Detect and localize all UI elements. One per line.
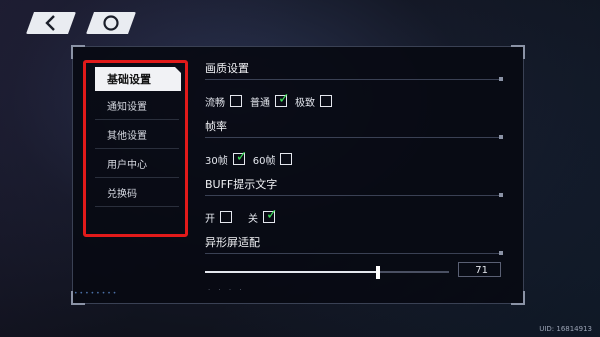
corner-decoration — [511, 45, 525, 59]
quality-option-normal[interactable]: 普通 ✓ — [250, 91, 290, 109]
section-divider — [205, 251, 503, 255]
home-button[interactable] — [86, 12, 136, 34]
notch-slider-thumb[interactable] — [376, 266, 380, 279]
circle-icon — [102, 14, 120, 32]
sidebar-item-basic-settings[interactable]: 基础设置 — [95, 67, 181, 91]
user-id-label: UID: 16814913 — [539, 325, 592, 333]
checkbox[interactable]: ✓ — [263, 207, 278, 223]
sidebar-item-label: 用户中心 — [107, 159, 147, 171]
section-divider — [205, 193, 503, 197]
corner-decoration — [511, 291, 525, 305]
section-divider — [205, 135, 503, 139]
checkbox[interactable]: ✓ — [232, 149, 248, 165]
option-label: 普通 — [250, 97, 270, 109]
section-title-buff-text: BUFF提示文字 — [205, 178, 278, 191]
sidebar-item-label: 其他设置 — [107, 130, 147, 142]
sidebar-item-redeem-code[interactable]: 兑换码 — [95, 178, 179, 207]
option-label: 关 — [248, 213, 258, 225]
option-label: 60帧 — [252, 155, 276, 167]
dot-decoration: •••••••• — [74, 290, 119, 297]
framerate-option-60[interactable]: 60帧 — [253, 152, 293, 167]
quality-options: 流畅 普通 ✓ 极致 — [205, 92, 503, 110]
option-label: 流畅 — [205, 97, 225, 109]
check-icon: ✓ — [235, 149, 248, 165]
buff-text-option-on[interactable]: 开 — [205, 210, 232, 225]
framerate-option-30[interactable]: 30帧 ✓ — [205, 149, 248, 167]
notch-slider-fill — [205, 271, 378, 273]
option-label: 开 — [205, 213, 215, 225]
section-title-notch: 异形屏适配 — [205, 236, 260, 249]
check-icon: ✓ — [266, 207, 278, 223]
sidebar-item-notification-settings[interactable]: 通知设置 — [95, 91, 179, 120]
chevron-left-icon — [44, 15, 58, 31]
framerate-options: 30帧 ✓ 60帧 — [205, 150, 503, 168]
back-button[interactable] — [26, 12, 76, 34]
settings-content: 画质设置 流畅 普通 ✓ 极致 帧率 30帧 ✓ 60帧 BUFF提示文字 开 — [205, 62, 503, 282]
buff-text-options: 开 关 ✓ — [205, 208, 503, 226]
quality-option-ultra[interactable]: 极致 — [295, 94, 332, 109]
sidebar-item-user-center[interactable]: 用户中心 — [95, 149, 179, 178]
sidebar-item-label: 基础设置 — [107, 73, 151, 86]
sidebar-item-other-settings[interactable]: 其他设置 — [95, 120, 179, 149]
check-icon: ✓ — [278, 91, 290, 107]
notch-slider-track[interactable] — [205, 266, 449, 279]
settings-sidebar: 基础设置 通知设置 其他设置 用户中心 兑换码 — [83, 60, 188, 237]
faded-text-decoration: · · · · — [208, 286, 245, 294]
checkbox[interactable] — [230, 95, 242, 107]
corner-decoration — [71, 45, 85, 59]
notch-slider-row: 71 — [205, 262, 503, 282]
buff-text-option-off[interactable]: 关 ✓ — [248, 207, 278, 225]
section-title-framerate: 帧率 — [205, 120, 227, 133]
checkbox[interactable] — [280, 153, 293, 165]
sidebar-item-label: 通知设置 — [107, 101, 147, 113]
checkbox[interactable]: ✓ — [275, 91, 290, 107]
checkbox[interactable] — [220, 211, 232, 223]
notch-slider-value: 71 — [458, 262, 501, 277]
option-label: 30帧 — [205, 155, 228, 167]
option-label: 极致 — [295, 97, 315, 109]
quality-option-smooth[interactable]: 流畅 — [205, 94, 242, 109]
checkbox[interactable] — [320, 95, 332, 107]
section-title-quality: 画质设置 — [205, 62, 249, 75]
sidebar-item-label: 兑换码 — [107, 188, 137, 200]
section-divider — [205, 77, 503, 81]
